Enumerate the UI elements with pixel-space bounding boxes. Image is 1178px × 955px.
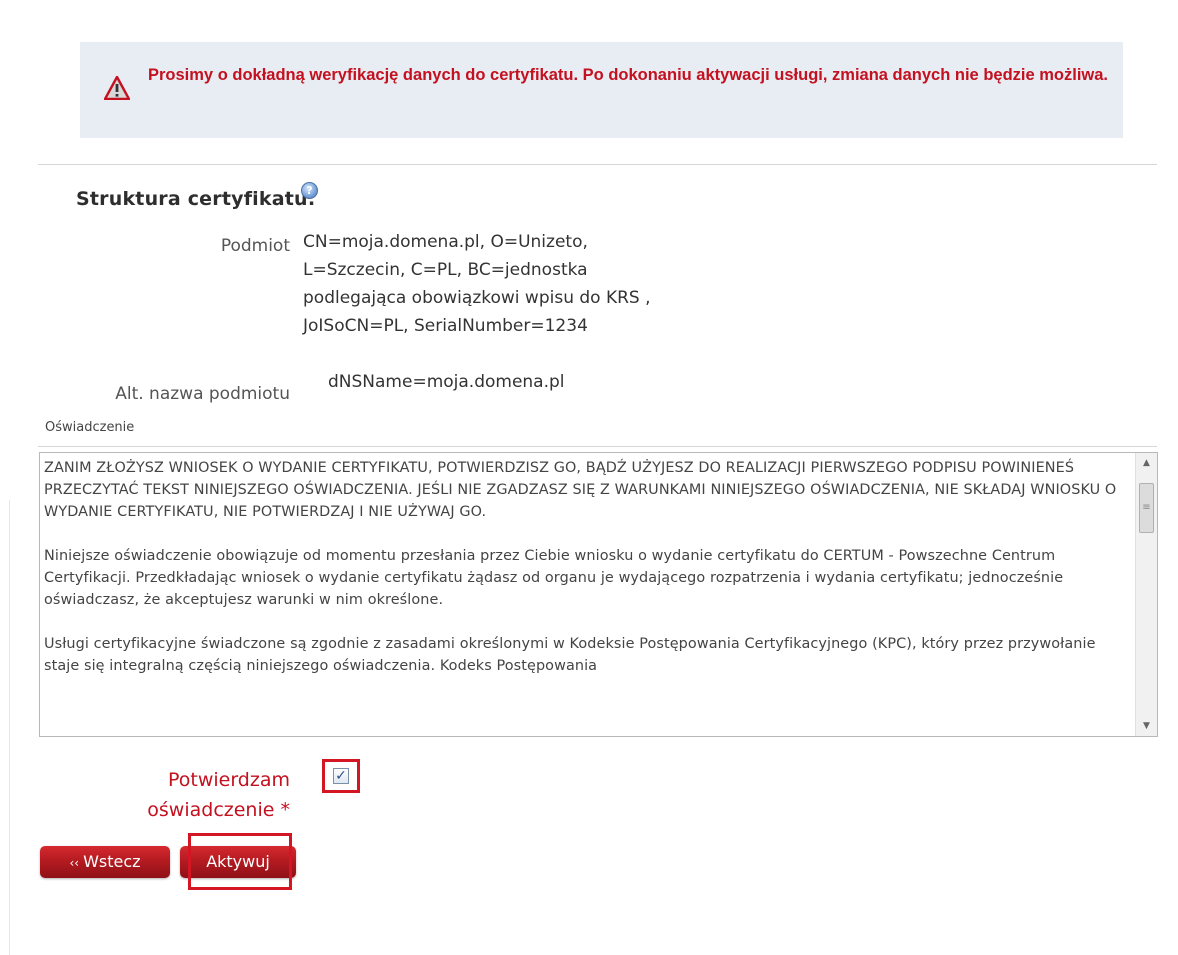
subject-line: podlegająca obowiązkowi wpisu do KRS , <box>303 288 651 308</box>
subject-line: CN=moja.domena.pl, O=Unizeto, <box>303 232 588 252</box>
help-icon[interactable]: ? <box>301 182 318 199</box>
alt-name-label: Alt. nazwa podmiotu <box>115 384 290 404</box>
confirm-declaration-checkbox[interactable]: ✓ <box>333 768 349 784</box>
warning-alert: Prosimy o dokładną weryfikację danych do… <box>80 42 1123 138</box>
declaration-paragraph: Usługi certyfikacyjne świadczone są zgod… <box>44 636 1096 674</box>
scroll-thumb[interactable]: ≡ <box>1139 483 1154 533</box>
activate-highlight-frame <box>188 833 292 890</box>
confirm-declaration-label: Potwierdzam oświadczenie * <box>50 765 290 825</box>
section-title: Struktura certyfikatu: <box>76 188 316 210</box>
divider <box>38 446 1157 447</box>
back-button-label: Wstecz <box>83 852 141 871</box>
declaration-label: Oświadczenie <box>45 420 135 435</box>
confirm-label-line: oświadczenie * <box>147 799 290 821</box>
vertical-scrollbar[interactable]: ▲ ≡ ▼ <box>1135 453 1157 736</box>
alt-name-value: dNSName=moja.domena.pl <box>328 372 565 392</box>
declaration-paragraph: ZANIM ZŁOŻYSZ WNIOSEK O WYDANIE CERTYFIK… <box>44 460 1117 520</box>
declaration-paragraph: Niniejsze oświadczenie obowiązuje od mom… <box>44 548 1064 608</box>
checkbox-highlight-frame: ✓ <box>322 759 360 793</box>
subject-line: L=Szczecin, C=PL, BC=jednostka <box>303 260 588 280</box>
alert-message: Prosimy o dokładną weryfikację danych do… <box>148 66 1109 84</box>
scroll-down-arrow-icon[interactable]: ▼ <box>1136 718 1157 734</box>
chevron-left-icon: ‹‹ <box>69 856 80 870</box>
declaration-text: ZANIM ZŁOŻYSZ WNIOSEK O WYDANIE CERTYFIK… <box>44 457 1134 699</box>
subject-value: CN=moja.domena.pl, O=Unizeto, L=Szczecin… <box>303 228 651 340</box>
scroll-up-arrow-icon[interactable]: ▲ <box>1136 455 1157 471</box>
subject-label: Podmiot <box>220 236 290 256</box>
left-border-line <box>9 500 10 955</box>
warning-triangle-icon <box>104 76 130 100</box>
back-button[interactable]: ‹‹ Wstecz <box>40 846 170 878</box>
subject-line: JoISoCN=PL, SerialNumber=1234 <box>303 316 588 336</box>
declaration-textarea[interactable]: ZANIM ZŁOŻYSZ WNIOSEK O WYDANIE CERTYFIK… <box>39 452 1158 737</box>
confirm-label-line: Potwierdzam <box>167 769 290 791</box>
divider <box>38 164 1157 165</box>
